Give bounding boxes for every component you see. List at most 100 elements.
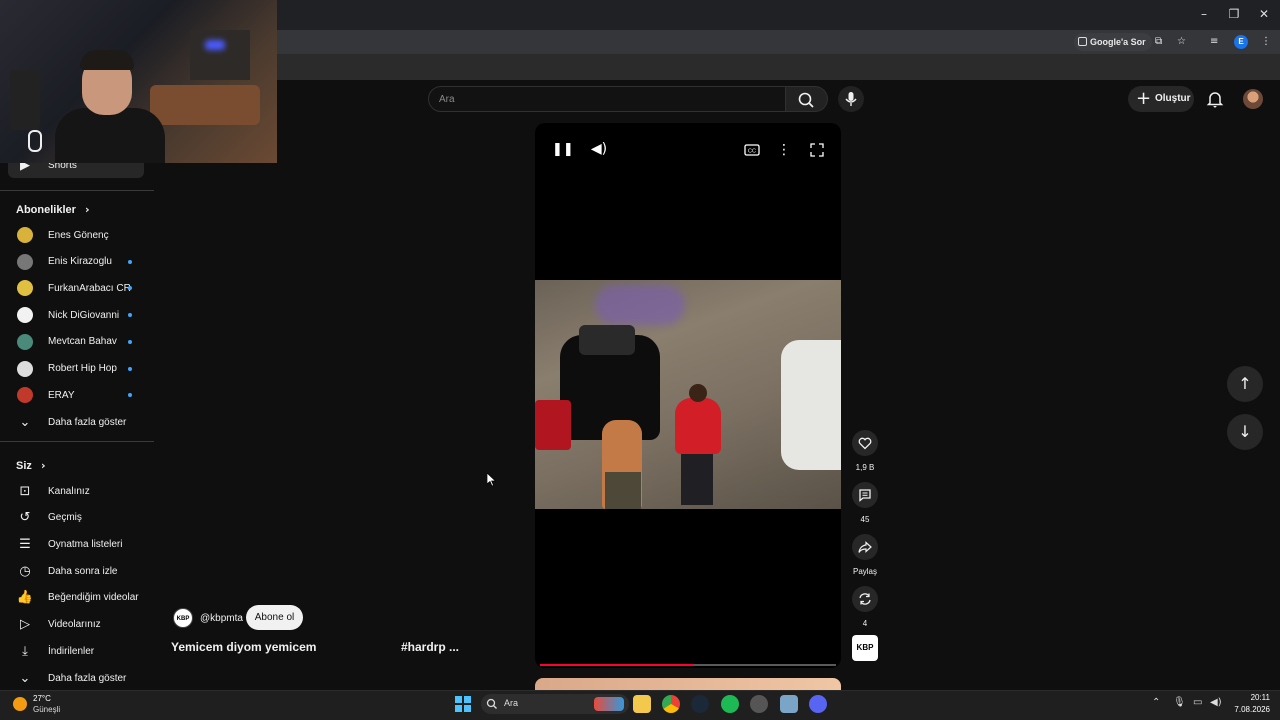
- lens-icon: [1078, 37, 1087, 46]
- search-button[interactable]: [786, 86, 828, 112]
- subscription-item[interactable]: ERAY: [8, 382, 144, 408]
- sidebar-item-download[interactable]: ⤓ İndirilenler: [8, 638, 144, 664]
- chevron-right-icon: ›: [84, 203, 90, 216]
- channel-avatar[interactable]: KBP: [173, 608, 193, 628]
- channel-avatar-icon: [17, 253, 33, 270]
- sun-icon[interactable]: [13, 697, 27, 711]
- sidebar-item-label: Daha fazla göster: [48, 416, 127, 428]
- you-header[interactable]: Siz ›: [16, 459, 46, 472]
- channel-logo[interactable]: KBP: [852, 635, 878, 661]
- comments-button[interactable]: [852, 482, 878, 508]
- channel-avatar-icon: [17, 227, 33, 243]
- subscription-item[interactable]: Mevtcan Bahav: [8, 329, 144, 355]
- bookmark-star-icon[interactable]: ☆: [1177, 34, 1186, 50]
- playlist-icon: ☰: [19, 536, 31, 552]
- user-avatar[interactable]: [1243, 89, 1263, 109]
- svg-text:CC: CC: [748, 149, 756, 155]
- app-icon[interactable]: [750, 695, 768, 713]
- share-button[interactable]: [852, 534, 878, 560]
- next-short-preview[interactable]: [535, 678, 841, 690]
- sidebar-item-playlist[interactable]: ☰ Oynatma listeleri: [8, 531, 144, 557]
- you-title: Siz: [16, 460, 32, 472]
- sidebar-item-label: Kanalınız: [48, 485, 90, 497]
- video-hashtag[interactable]: #hardrp ...: [401, 640, 459, 654]
- pause-icon[interactable]: ❚❚: [552, 140, 574, 160]
- minimize-icon[interactable]: –: [1194, 6, 1214, 22]
- search-box[interactable]: [428, 86, 786, 112]
- tray-chevron-icon[interactable]: ⌃: [1152, 697, 1160, 708]
- microphone-tray-icon[interactable]: 🎙: [1173, 697, 1186, 708]
- sidebar-item-clock[interactable]: ◷ Daha sonra izle: [8, 558, 144, 584]
- media-control-icon[interactable]: ≡: [1210, 34, 1218, 50]
- subscription-name: FurkanArabacı CR: [48, 282, 131, 294]
- sidebar-item-person-box[interactable]: ⊡ Kanalınız: [8, 478, 144, 504]
- show-more-subscriptions[interactable]: ⌄ Daha fazla göster: [8, 409, 144, 435]
- share-icon: [858, 541, 872, 553]
- sidebar-item-label: Daha sonra izle: [48, 565, 118, 577]
- windows-start-icon[interactable]: [455, 696, 471, 712]
- app-icon-2[interactable]: [780, 695, 798, 713]
- speaker-icon[interactable]: ◀): [1210, 697, 1222, 708]
- avatar: [17, 280, 33, 297]
- clock-date[interactable]: 7.08.2026: [1226, 705, 1270, 714]
- arrow-down-icon: ↓: [1238, 422, 1252, 441]
- create-button[interactable]: + Oluştur: [1128, 86, 1194, 112]
- subscription-name: Mevtcan Bahav: [48, 336, 117, 348]
- share-label: Paylaş: [852, 567, 877, 576]
- next-short-button[interactable]: ↓: [1227, 414, 1263, 450]
- volume-icon[interactable]: ◀): [589, 139, 609, 159]
- subscription-item[interactable]: Enes Gönenç: [8, 222, 144, 248]
- avatar: [17, 253, 33, 270]
- discord-icon[interactable]: [809, 695, 827, 713]
- remix-button[interactable]: [852, 586, 878, 612]
- new-content-dot: [128, 366, 132, 371]
- steam-icon[interactable]: [691, 695, 709, 713]
- search-input[interactable]: [439, 87, 769, 111]
- sidebar-item-label: Beğendiğim videolar: [48, 592, 139, 604]
- weather-temperature[interactable]: 27°C: [33, 694, 51, 703]
- more-options-icon[interactable]: ⋮: [774, 140, 794, 160]
- monitor-icon[interactable]: ▭: [1193, 697, 1202, 708]
- shorts-player[interactable]: ❚❚ ◀) CC ⋮: [535, 123, 841, 668]
- clock-time[interactable]: 20:11: [1238, 693, 1270, 702]
- like-button[interactable]: [852, 430, 878, 456]
- subscription-item[interactable]: Nick DiGiovanni: [8, 302, 144, 328]
- notifications-bell-icon[interactable]: [1205, 89, 1225, 109]
- file-explorer-icon[interactable]: [633, 695, 651, 713]
- close-icon[interactable]: ✕: [1254, 6, 1274, 22]
- new-content-dot: [128, 259, 132, 264]
- subscriptions-header[interactable]: Abonelikler ›: [16, 203, 90, 216]
- plus-icon: +: [1136, 88, 1152, 109]
- subscription-name: Robert Hip Hop: [48, 363, 117, 374]
- voice-search-button[interactable]: [838, 86, 864, 112]
- previous-short-button[interactable]: ↑: [1227, 366, 1263, 402]
- subscription-item[interactable]: Enis Kirazoglu: [8, 249, 144, 275]
- browser-menu-icon[interactable]: ⋮: [1261, 34, 1271, 50]
- subscription-item[interactable]: FurkanArabacı CR: [8, 275, 144, 301]
- browser-profile-avatar[interactable]: E: [1234, 35, 1248, 49]
- new-content-dot: [128, 313, 132, 318]
- chrome-icon[interactable]: [662, 695, 680, 713]
- subscribe-button[interactable]: Abone ol: [246, 605, 303, 630]
- google-ask-button[interactable]: Google'a Sor: [1074, 33, 1152, 51]
- webcam-overlay: [0, 0, 277, 163]
- show-more-you[interactable]: ⌄ Daha fazla göster: [8, 665, 144, 691]
- spotify-icon[interactable]: [721, 695, 739, 713]
- restore-icon[interactable]: ❐: [1224, 6, 1244, 22]
- subscription-item[interactable]: Robert Hip Hop: [8, 356, 144, 382]
- install-app-icon[interactable]: ⧉: [1155, 34, 1162, 50]
- avatar: [17, 307, 33, 324]
- subscription-name: Nick DiGiovanni: [48, 309, 120, 321]
- sidebar-item-thumbs-up[interactable]: 👍 Beğendiğim videolar: [8, 585, 144, 611]
- remix-icon: [859, 593, 871, 605]
- sidebar-item-history[interactable]: ↺ Geçmiş: [8, 505, 144, 531]
- sidebar-item-label: Videolarınız: [48, 619, 101, 630]
- comment-icon: [859, 489, 871, 502]
- like-count: 1,9 B: [855, 463, 875, 472]
- sidebar-item-video[interactable]: ▷ Videolarınız: [8, 612, 144, 638]
- fullscreen-icon[interactable]: [807, 140, 827, 160]
- google-ask-label: Google'a Sor: [1090, 37, 1146, 47]
- captions-icon[interactable]: CC: [742, 140, 762, 160]
- new-content-dot: [128, 393, 132, 398]
- channel-handle[interactable]: @kbpmta: [200, 613, 243, 624]
